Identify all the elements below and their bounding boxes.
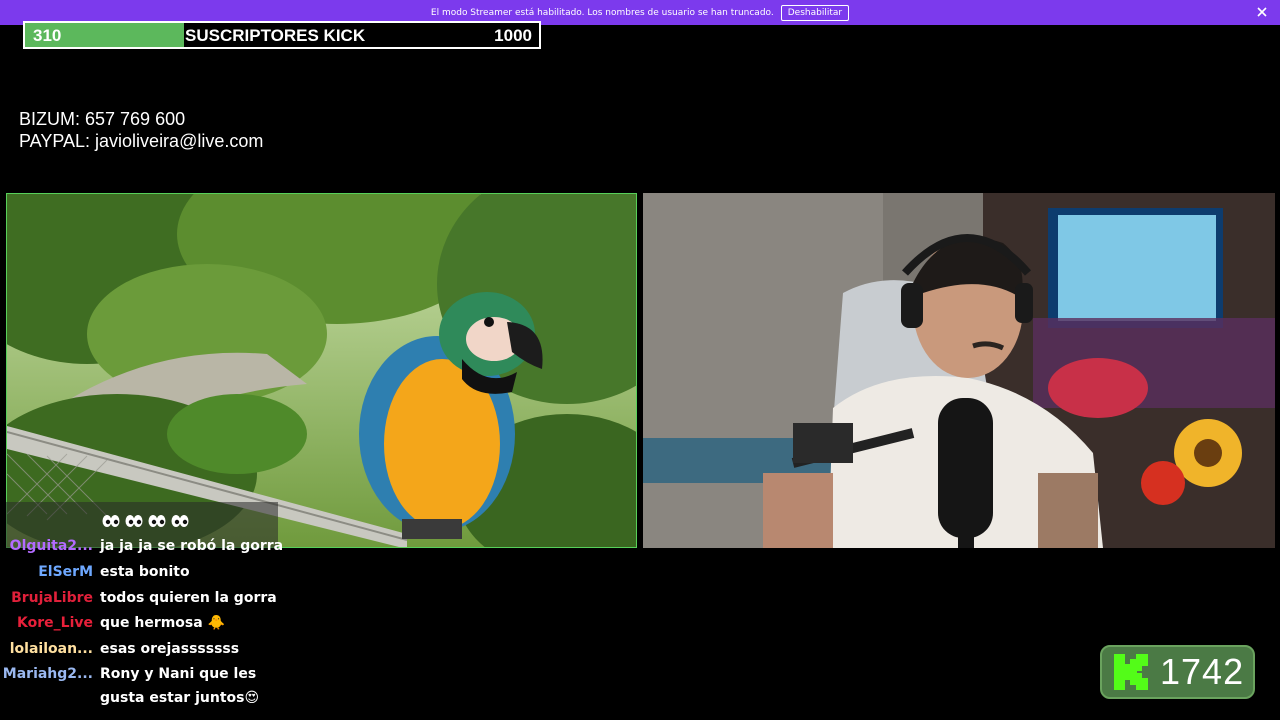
chat-username[interactable]: lolailoan... bbox=[10, 641, 93, 657]
goal-current-count: 310 bbox=[33, 26, 62, 45]
chat-text: esta bonito bbox=[100, 564, 190, 580]
webcam-video-panel bbox=[643, 193, 1275, 548]
goal-label: SUSCRIPTORES KICK bbox=[185, 26, 366, 45]
subscriber-goal-bar: 310 SUSCRIPTORES KICK 1000 bbox=[23, 21, 541, 49]
eyes-emote-icon bbox=[102, 515, 120, 527]
parrot-video-panel bbox=[6, 193, 637, 548]
chat-text: Rony y Nani que les bbox=[100, 666, 257, 682]
eyes-emote-icon bbox=[148, 515, 166, 527]
eyes-emote-icon bbox=[171, 515, 189, 527]
kick-logo-icon bbox=[1114, 654, 1148, 690]
disable-streamer-mode-button[interactable]: Deshabilitar bbox=[780, 4, 850, 21]
chat-emote-row bbox=[102, 513, 189, 529]
chat-username[interactable]: Mariahg2... bbox=[3, 666, 93, 682]
chat-text: que hermosa 🐥 bbox=[100, 615, 226, 631]
close-icon[interactable] bbox=[1254, 4, 1270, 20]
chat-username[interactable]: Olguita2... bbox=[10, 538, 93, 554]
chat-text: gusta estar juntos😍 bbox=[100, 690, 260, 706]
viewer-count-badge: 1742 bbox=[1100, 645, 1255, 699]
viewer-count: 1742 bbox=[1160, 651, 1245, 692]
bizum-text: BIZUM: 657 769 600 bbox=[19, 109, 186, 129]
chat-username[interactable]: Kore_Live bbox=[17, 615, 93, 631]
chat-username[interactable]: ElSerM bbox=[38, 564, 93, 580]
parrot-video-feed-icon bbox=[7, 194, 636, 547]
webcam-video-feed-icon bbox=[643, 193, 1275, 548]
chat-text: todos quieren la gorra bbox=[100, 590, 277, 606]
goal-target-count: 1000 bbox=[494, 26, 532, 45]
chat-text: esas orejasssssss bbox=[100, 641, 240, 657]
donation-info: BIZUM: 657 769 600 PAYPAL: javioliveira@… bbox=[19, 108, 263, 152]
chat-username[interactable]: BrujaLibre bbox=[11, 590, 93, 606]
streamer-mode-message: El modo Streamer está habilitado. Los no… bbox=[430, 7, 774, 18]
chat-text: ja ja ja se robó la gorra bbox=[100, 538, 284, 554]
paypal-text: PAYPAL: javioliveira@live.com bbox=[19, 131, 264, 151]
eyes-emote-icon bbox=[125, 515, 143, 527]
